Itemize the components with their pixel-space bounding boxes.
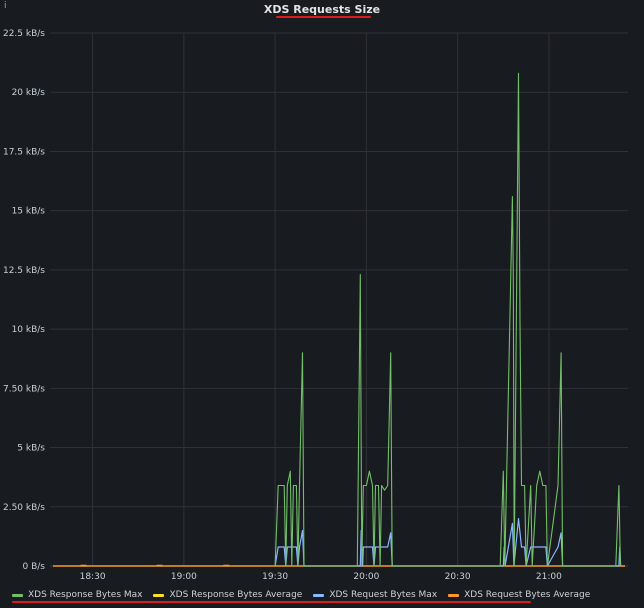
x-tick-label: 21:00 [536, 572, 562, 582]
y-tick-label: 5 kB/s [17, 444, 45, 454]
x-tick-label: 20:30 [445, 572, 471, 582]
legend-underline [12, 601, 531, 603]
x-tick-label: 19:30 [262, 572, 288, 582]
legend-swatch [12, 593, 23, 597]
legend-swatch [313, 593, 325, 597]
y-tick-label: 20 kB/s [12, 88, 46, 98]
y-tick-label: 2.50 kB/s [3, 503, 45, 513]
legend-label: XDS Response Bytes Max [28, 590, 143, 600]
series-line-2[interactable] [274, 517, 622, 567]
y-tick-label: 7.50 kB/s [3, 384, 45, 394]
legend: XDS Response Bytes Max XDS Response Byte… [12, 588, 601, 602]
legend-item-response-average[interactable]: XDS Response Bytes Average [153, 590, 302, 600]
legend-item-request-average[interactable]: XDS Request Bytes Average [448, 590, 590, 600]
y-tick-label: 15 kB/s [12, 207, 46, 217]
x-tick-label: 20:00 [353, 572, 379, 582]
legend-item-request-max[interactable]: XDS Request Bytes Max [313, 590, 437, 600]
y-tick-label: 10 kB/s [12, 325, 46, 335]
y-tick-label: 22.5 kB/s [3, 29, 45, 39]
y-tick-label: 17.5 kB/s [3, 147, 45, 157]
chart-svg: 0 B/s 2.50 kB/s 5 kB/s 7.50 kB/s 10 kB/s 12.5… [3, 29, 628, 582]
legend-item-response-max[interactable]: XDS Response Bytes Max [12, 590, 142, 600]
x-tick-label: 18:30 [80, 572, 106, 582]
y-tick-label: 0 B/s [23, 562, 46, 572]
legend-label: XDS Response Bytes Average [169, 590, 303, 600]
x-tick-label: 19:00 [171, 572, 197, 582]
legend-swatch [153, 593, 165, 597]
series-line-0[interactable] [274, 72, 621, 567]
legend-swatch [448, 593, 460, 597]
legend-label: XDS Request Bytes Average [464, 590, 591, 600]
chart-panel: i XDS Requests Size 0 B/s 2.50 kB/s 5 kB/s… [0, 0, 644, 608]
legend-label: XDS Request Bytes Max [329, 590, 438, 600]
y-tick-label: 12.5 kB/s [3, 266, 45, 276]
